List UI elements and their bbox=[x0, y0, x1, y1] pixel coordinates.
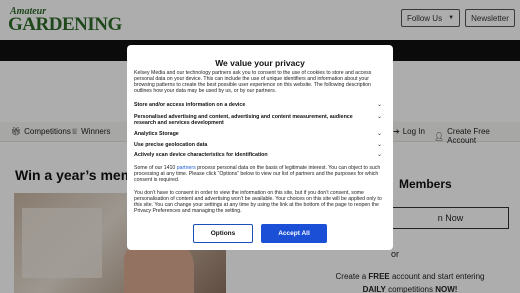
purpose-item[interactable]: Personalised advertising and content, ad… bbox=[134, 114, 386, 126]
purpose-label: Use precise geolocation data bbox=[134, 142, 208, 148]
purpose-item[interactable]: Actively scan device characteristics for… bbox=[134, 152, 386, 158]
chevron-down-icon[interactable]: ⌄ bbox=[377, 114, 382, 120]
dialog-title: We value your privacy bbox=[215, 58, 305, 68]
purpose-label: Store and/or access information on a dev… bbox=[134, 102, 246, 108]
purpose-label: Personalised advertising and content, ad… bbox=[134, 114, 353, 127]
chevron-down-icon[interactable]: ⌄ bbox=[377, 131, 382, 137]
dialog-intro-text: Kelsey Media and our technology partners… bbox=[134, 70, 372, 94]
consent-text: You don’t have to consent in order to vi… bbox=[134, 190, 382, 215]
purpose-label: Analytics Storage bbox=[134, 131, 179, 137]
privacy-consent-dialog: We value your privacy Kelsey Media and o… bbox=[127, 45, 393, 250]
partners-pre: Some of our 1410 bbox=[134, 165, 177, 171]
partners-link[interactable]: partners bbox=[177, 165, 196, 171]
purpose-label: Actively scan device characteristics for… bbox=[134, 152, 268, 158]
accept-all-button[interactable]: Accept All bbox=[261, 224, 327, 243]
chevron-down-icon[interactable]: ⌄ bbox=[377, 102, 382, 108]
partners-text: Some of our 1410 partners process person… bbox=[134, 165, 386, 183]
purpose-item[interactable]: Use precise geolocation data ⌄ bbox=[134, 142, 386, 148]
options-button[interactable]: Options bbox=[193, 224, 253, 243]
purpose-item[interactable]: Analytics Storage ⌄ bbox=[134, 131, 386, 137]
chevron-down-icon[interactable]: ⌄ bbox=[377, 142, 382, 148]
chevron-down-icon[interactable]: ⌄ bbox=[377, 152, 382, 158]
purpose-item[interactable]: Store and/or access information on a dev… bbox=[134, 102, 386, 108]
